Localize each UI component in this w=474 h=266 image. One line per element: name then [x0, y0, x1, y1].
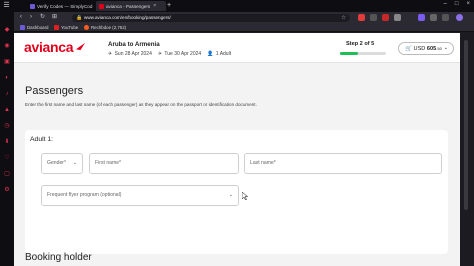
route-title: Aruba to Armenia — [108, 41, 160, 48]
avianca-logo[interactable]: avianca — [24, 39, 74, 55]
bookmarks-bar: Dashboard YouTube Rechbdoe (2,752) — [14, 23, 474, 32]
avianca-bird-icon — [76, 42, 85, 51]
tab-bar: ☰ Verify Codes — SimplyCod avianca - Pas… — [0, 0, 474, 12]
settings-icon[interactable]: ⚙ — [3, 186, 11, 194]
bookmark-favicon-icon — [20, 25, 25, 30]
address-bar[interactable]: 🔒 www.avianca.com/en/booking/passengers/… — [72, 14, 350, 22]
booking-holder-title: Booking holder — [25, 252, 92, 263]
price-amount: 605 — [426, 46, 437, 52]
passenger-count: 👤 1 Adult — [207, 51, 232, 57]
url-text: www.avianca.com/en/booking/passengers/ — [84, 15, 171, 20]
tab-verify-codes[interactable]: Verify Codes — SimplyCod — [27, 1, 93, 11]
reload-icon[interactable]: ↻ — [40, 13, 45, 22]
minimize-icon[interactable]: – — [444, 1, 447, 7]
downloads-icon[interactable]: ⬇ — [3, 138, 11, 146]
cart-icon: 🛒 — [405, 46, 412, 52]
bookmark-label: YouTube — [61, 25, 79, 30]
speed-dial-icon[interactable]: ⊞ — [52, 13, 57, 22]
extension-icon[interactable] — [370, 14, 377, 21]
lock-icon: 🔒 — [76, 15, 83, 21]
step-progress-bar — [340, 52, 386, 55]
person-icon: 👤 — [207, 51, 214, 57]
chevron-down-icon: ⌄ — [72, 160, 77, 166]
bookmark-star-icon[interactable]: ☆ — [341, 14, 346, 22]
bookmark-label: Dashboard — [27, 25, 49, 30]
web-page: avianca Aruba to Armenia ✈ Sun 28 Apr 20… — [14, 33, 460, 266]
first-name-input[interactable]: First name* — [89, 153, 239, 174]
window-controls: – □ × — [444, 1, 470, 7]
trip-summary: ✈ Sun 28 Apr 2024 ✈ Tue 30 Apr 2024 👤 1 … — [108, 51, 231, 57]
new-tab-button[interactable]: + — [167, 2, 171, 9]
extension-icon[interactable] — [442, 14, 449, 21]
discord-icon[interactable]: ◐ — [3, 74, 11, 82]
home-icon[interactable]: ◆ — [3, 26, 11, 34]
extension-icon[interactable] — [394, 14, 401, 21]
extension-icon[interactable] — [358, 14, 365, 21]
adult-1-title: Adult 1: — [30, 136, 54, 143]
extension-icon[interactable] — [430, 14, 437, 21]
youtube-icon — [54, 25, 59, 30]
scrollbar-thumb[interactable] — [464, 40, 468, 210]
last-name-placeholder: Last name* — [250, 160, 276, 166]
bookmarks-icon[interactable]: ♡ — [3, 154, 11, 162]
currency: USD — [413, 46, 426, 52]
history-icon[interactable]: ◷ — [3, 122, 11, 130]
step-indicator: Step 2 of 5 — [346, 41, 375, 47]
step-progress-fill — [340, 52, 359, 55]
chevron-down-icon: ⌄ — [443, 45, 448, 51]
tab-label: Verify Codes — SimplyCod — [37, 3, 93, 9]
intro-text: Enter the first name and last name (of e… — [25, 102, 257, 107]
outbound-date: ✈ Sun 28 Apr 2024 — [108, 51, 152, 57]
extension-icon[interactable] — [418, 14, 425, 21]
aria-icon[interactable]: ▲ — [3, 106, 11, 114]
extensions-icon[interactable]: ▢ — [3, 170, 11, 178]
twitch-icon[interactable]: ▣ — [3, 58, 11, 66]
tab-favicon-icon — [30, 3, 35, 9]
frequent-flyer-placeholder: Frequent flyer program (optional) — [47, 192, 122, 198]
profile-avatar-icon[interactable] — [456, 14, 463, 21]
messenger-icon[interactable]: ◉ — [3, 42, 11, 50]
return-date: ✈ Tue 30 Apr 2024 — [157, 51, 202, 57]
tab-favicon-icon — [99, 3, 104, 9]
close-window-icon[interactable]: × — [466, 1, 470, 7]
price-summary-button[interactable]: 🛒 USD 605.50 ⌄ — [398, 42, 454, 55]
site-header: avianca Aruba to Armenia ✈ Sun 28 Apr 20… — [14, 33, 460, 63]
maximize-icon[interactable]: □ — [455, 1, 459, 7]
bookmark-youtube[interactable]: YouTube — [54, 23, 78, 32]
page-title: Passengers — [25, 85, 84, 97]
gender-placeholder: Gender* — [47, 160, 66, 166]
last-name-input[interactable]: Last name* — [244, 153, 442, 174]
browser-sidebar: ◆ ◉ ▣ ◐ ♪ ▲ ◷ ⬇ ♡ ▢ ⚙ — [0, 12, 14, 266]
forward-icon[interactable]: › — [30, 13, 32, 22]
plane-return-icon: ✈ — [157, 51, 163, 57]
frequent-flyer-select[interactable]: Frequent flyer program (optional) ⌄ — [41, 185, 239, 206]
first-name-placeholder: First name* — [95, 160, 122, 166]
bookmark-label: Rechbdoe (2,752) — [91, 25, 127, 30]
tab-avianca-passengers[interactable]: avianca - Passengers × — [96, 1, 166, 11]
tab-label: avianca - Passengers — [106, 3, 151, 9]
close-tab-icon[interactable]: × — [153, 3, 156, 9]
nav-bar: ‹ › ↻ ⊞ 🔒 www.avianca.com/en/booking/pas… — [14, 12, 474, 23]
gender-select[interactable]: Gender* ⌄ — [41, 153, 83, 174]
music-icon[interactable]: ♪ — [3, 90, 11, 98]
bookmark-dashboard[interactable]: Dashboard — [20, 23, 48, 32]
reddit-icon — [84, 25, 89, 30]
extension-icon[interactable] — [382, 14, 389, 21]
menu-icon[interactable]: ☰ — [2, 2, 11, 10]
mouse-cursor-icon — [242, 192, 248, 200]
plane-departure-icon: ✈ — [108, 51, 113, 57]
back-icon[interactable]: ‹ — [20, 13, 22, 22]
price-cents: .50 — [436, 46, 442, 51]
chevron-down-icon: ⌄ — [228, 192, 233, 198]
bookmark-rechbdoe[interactable]: Rechbdoe (2,752) — [84, 23, 126, 32]
